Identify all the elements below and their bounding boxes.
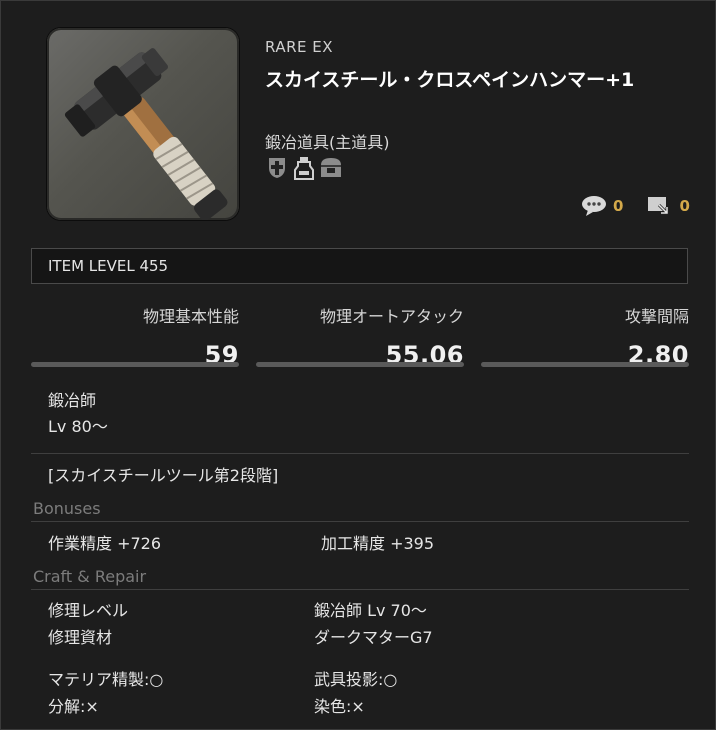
- glamour-chest-icon: [319, 156, 341, 180]
- stat-label: 物理基本性能: [142, 307, 239, 326]
- repair-level-label: 修理レベル: [48, 601, 129, 620]
- item-tooltip-panel: RARE EX スカイスチール・クロスペインハンマー+1 鍛冶道具(主道具) 0…: [0, 0, 716, 730]
- repair-material-value: ダークマターG7: [314, 628, 433, 647]
- desynthesis: 分解:×: [48, 697, 99, 716]
- item-level: ITEM LEVEL 455: [31, 248, 688, 284]
- set-note: [スカイスチールツール第2段階]: [48, 466, 279, 485]
- job-level: Lv 80〜: [48, 417, 108, 436]
- repair-level-value: 鍛冶師 Lv 70〜: [314, 601, 427, 620]
- materia-melding: マテリア精製:○: [48, 670, 164, 689]
- job-class: 鍛冶師: [48, 391, 97, 410]
- divider: [31, 589, 689, 590]
- bonus-craftsmanship: 加工精度 +395: [321, 534, 435, 553]
- divider: [31, 521, 689, 522]
- share-count-value: 0: [679, 197, 690, 215]
- glamour-projection: 武具投影:○: [314, 670, 398, 689]
- share-count[interactable]: 0: [647, 195, 690, 217]
- social-counts: 0 0: [581, 195, 704, 217]
- comment-count-value: 0: [613, 197, 624, 215]
- hammer-icon: [64, 48, 228, 220]
- stat-label: 攻撃間隔: [624, 307, 689, 326]
- stat-label: 物理オートアタック: [319, 307, 464, 326]
- stat-auto-attack: 物理オートアタック 55.06: [256, 303, 464, 369]
- stat-bar: [481, 362, 689, 367]
- item-category: 鍛冶道具(主道具): [265, 133, 390, 152]
- comment-count[interactable]: 0: [581, 195, 623, 217]
- item-name: スカイスチール・クロスペインハンマー+1: [265, 69, 635, 91]
- craft-repair-title: Craft & Repair: [33, 567, 147, 586]
- item-flag-icons: [267, 156, 341, 180]
- dye-bottle-icon: [293, 156, 314, 180]
- crossed-shield-icon: [267, 156, 287, 180]
- stat-bar: [256, 362, 464, 367]
- bonus-control: 作業精度 +726: [48, 534, 162, 553]
- speech-bubble-icon: [581, 195, 607, 217]
- stat-bar: [31, 362, 239, 367]
- dyeable: 染色:×: [314, 697, 365, 716]
- share-arrow-icon: [647, 195, 673, 217]
- item-rarity: RARE EX: [265, 38, 333, 56]
- stat-delay: 攻撃間隔 2.80: [481, 303, 689, 369]
- bonuses-title: Bonuses: [33, 499, 101, 518]
- stat-physical-damage: 物理基本性能 59: [31, 303, 239, 369]
- repair-material-label: 修理資材: [48, 628, 113, 647]
- item-icon: [47, 28, 239, 220]
- divider: [31, 453, 689, 454]
